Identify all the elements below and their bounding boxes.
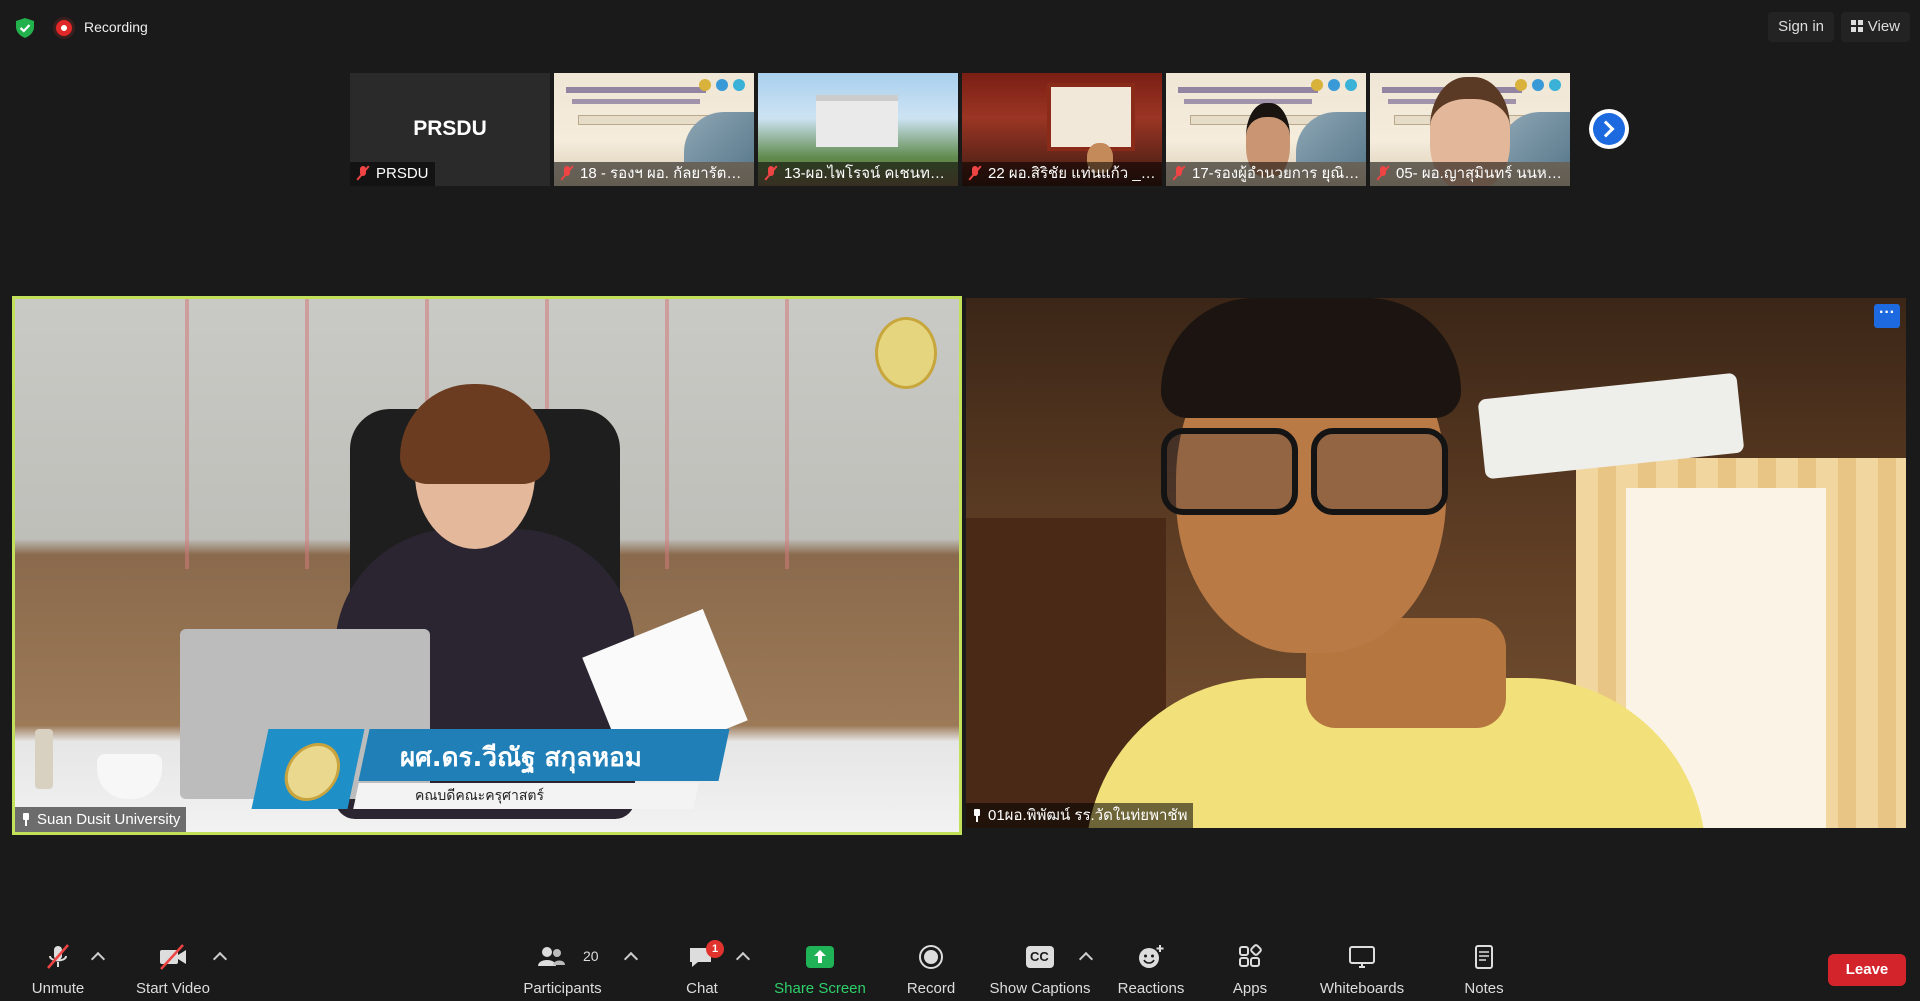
participant-name: 13-ผอ.ไพโรจน์ คเชนทอง... xyxy=(784,165,958,182)
more-options-button[interactable]: ··· xyxy=(1874,304,1900,328)
participant-thumbnail[interactable]: PRSDU PRSDU xyxy=(350,73,550,186)
mic-muted-icon xyxy=(1172,166,1186,180)
chevron-right-icon xyxy=(1597,120,1615,138)
view-button[interactable]: View xyxy=(1840,12,1910,42)
mic-muted-icon xyxy=(356,166,370,180)
share-screen-label: Share Screen xyxy=(774,980,866,997)
reactions-icon xyxy=(1139,945,1164,968)
apps-button[interactable]: Apps xyxy=(1222,930,1278,1001)
university-seal-icon xyxy=(875,317,937,389)
mic-muted-icon xyxy=(764,166,778,180)
recording-icon xyxy=(56,20,72,36)
chat-unread-badge: 1 xyxy=(706,940,724,958)
participants-chevron-icon[interactable] xyxy=(623,951,639,967)
reactions-label: Reactions xyxy=(1117,980,1185,997)
captions-icon: CC xyxy=(1026,946,1054,968)
notes-label: Notes xyxy=(1464,980,1504,997)
glasses-icon xyxy=(1161,428,1451,515)
notes-icon xyxy=(1475,945,1493,969)
whiteboards-button[interactable]: Whiteboards xyxy=(1310,930,1414,1001)
show-captions-button[interactable]: CC Show Captions xyxy=(985,930,1095,1001)
university-logo-icon xyxy=(251,729,365,809)
view-label: View xyxy=(1867,18,1900,35)
participants-label: Participants xyxy=(523,980,602,997)
microphone-muted-icon xyxy=(47,944,69,969)
participant-thumbnail[interactable]: 22 ผอ.สิริชัย แท่นแก้ว _ ... xyxy=(962,73,1162,186)
participants-button[interactable]: 20 Participants xyxy=(515,930,610,1001)
share-screen-icon xyxy=(806,946,834,968)
participant-name: 05- ผอ.ญาสุมินทร์ นนหม... xyxy=(1396,165,1570,182)
apps-icon xyxy=(1239,944,1262,967)
participant-name-label: 13-ผอ.ไพโรจน์ คเชนทอง... xyxy=(758,162,958,186)
participant-name-label: PRSDU xyxy=(350,162,435,186)
next-page-button[interactable] xyxy=(1589,109,1629,149)
lower-third-title: คณบดีคณะครุศาสตร์ xyxy=(415,788,544,804)
lower-third-name: ผศ.ดร.วีณัฐ สกุลหอม xyxy=(400,743,642,773)
participant-name-label: 22 ผอ.สิริชัย แท่นแก้ว _ ... xyxy=(962,162,1162,186)
reactions-button[interactable]: Reactions xyxy=(1112,930,1190,1001)
participant-name: PRSDU xyxy=(376,165,429,182)
chat-chevron-icon[interactable] xyxy=(735,951,751,967)
active-speaker-video[interactable]: ผศ.ดร.วีณัฐ สกุลหอม คณบดีคณะครุศาสตร์ Su… xyxy=(12,296,962,835)
sign-in-button[interactable]: Sign in xyxy=(1768,12,1834,42)
participant-name-label: 05- ผอ.ญาสุมินทร์ นนหม... xyxy=(1370,162,1570,186)
mic-muted-icon xyxy=(560,166,574,180)
record-label: Record xyxy=(906,980,956,997)
share-screen-button[interactable]: Share Screen xyxy=(770,930,870,1001)
mic-muted-icon xyxy=(1376,166,1390,180)
pin-icon xyxy=(21,813,31,826)
participant-name: 01ผอ.พิพัฒน์ รร.วัดในท่ยพาชัพ xyxy=(988,807,1188,824)
record-icon xyxy=(919,945,943,969)
mic-muted-icon xyxy=(968,166,982,180)
participant-thumbnail[interactable]: 17-รองผู้อำนวยการ ยุณิล... xyxy=(1166,73,1366,186)
top-bar: Recording Sign in View xyxy=(0,0,1920,56)
start-video-button[interactable]: Start Video xyxy=(128,930,218,1001)
participant-name: 17-รองผู้อำนวยการ ยุณิล... xyxy=(1192,165,1366,182)
whiteboards-label: Whiteboards xyxy=(1319,980,1405,997)
unmute-button[interactable]: Unmute xyxy=(18,930,98,1001)
participant-name-label: 17-รองผู้อำนวยการ ยุณิล... xyxy=(1166,162,1366,186)
camera-off-icon xyxy=(160,944,186,970)
participants-count: 20 xyxy=(583,948,599,964)
shield-icon[interactable] xyxy=(14,17,36,39)
chat-label: Chat xyxy=(686,980,718,997)
captions-icon-text: CC xyxy=(1030,949,1049,964)
participant-name: Suan Dusit University xyxy=(37,811,181,828)
participant-display-name: PRSDU xyxy=(413,117,487,140)
participant-name-label: Suan Dusit University xyxy=(15,807,187,832)
unmute-label: Unmute xyxy=(31,980,85,997)
meeting-toolbar: Unmute Start Video 20 Participants 1 Cha… xyxy=(0,930,1920,1001)
participant-thumbnail[interactable]: 13-ผอ.ไพโรจน์ คเชนทอง... xyxy=(758,73,958,186)
notes-button[interactable]: Notes xyxy=(1454,930,1514,1001)
participant-thumbnail[interactable]: 05- ผอ.ญาสุมินทร์ นนหม... xyxy=(1370,73,1570,186)
show-captions-label: Show Captions xyxy=(989,980,1091,997)
grid-icon xyxy=(1850,20,1863,32)
participant-name-label: 01ผอ.พิพัฒน์ รร.วัดในท่ยพาชัพ xyxy=(966,803,1194,828)
participant-thumbnail[interactable]: 18 - รองฯ ผอ. กัลยารัตน์ ... xyxy=(554,73,754,186)
record-button[interactable]: Record xyxy=(896,930,966,1001)
whiteboard-icon xyxy=(1349,946,1375,968)
participant-name: 22 ผอ.สิริชัย แท่นแก้ว _ ... xyxy=(988,165,1158,182)
pin-icon xyxy=(972,809,982,822)
leave-button[interactable]: Leave xyxy=(1828,954,1906,986)
participant-name: 18 - รองฯ ผอ. กัลยารัตน์ ... xyxy=(580,165,754,182)
recording-label[interactable]: Recording xyxy=(84,19,148,35)
start-video-label: Start Video xyxy=(136,980,210,997)
participant-video[interactable]: ··· 01ผอ.พิพัฒน์ รร.วัดในท่ยพาชัพ xyxy=(966,298,1906,828)
apps-label: Apps xyxy=(1232,980,1268,997)
chat-button[interactable]: 1 Chat xyxy=(670,930,734,1001)
participants-icon xyxy=(538,947,566,966)
participant-name-label: 18 - รองฯ ผอ. กัลยารัตน์ ... xyxy=(554,162,754,186)
